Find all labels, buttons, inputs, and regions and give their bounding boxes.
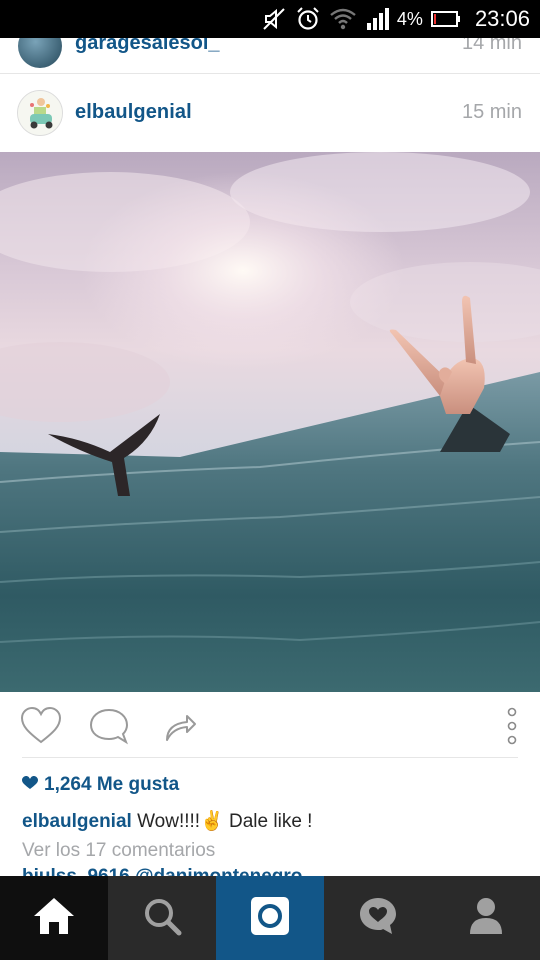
- caption: elbaulgenial Wow!!!!✌️ Dale like !: [22, 809, 312, 833]
- caption-text: Wow!!!!✌️ Dale like !: [137, 811, 313, 832]
- likes-label: 1,264 Me gusta: [44, 774, 180, 795]
- divider: [22, 757, 518, 758]
- post-photo[interactable]: [0, 152, 540, 692]
- likes-count[interactable]: 1,264 Me gusta: [22, 774, 179, 796]
- post-time: 15 min: [461, 101, 522, 123]
- heart-icon[interactable]: [19, 704, 63, 748]
- bottom-nav: [0, 876, 540, 960]
- battery-icon: [430, 10, 461, 28]
- instagram-feed-screen: 4% 23:06 garagesalesol_ 14 min elbaulgen…: [0, 0, 540, 960]
- nav-profile[interactable]: [432, 876, 540, 960]
- post-header: elbaulgenial 15 min: [0, 74, 540, 152]
- clock: 23:06: [474, 6, 530, 31]
- previous-post-time: 14 min: [461, 38, 522, 54]
- avatar[interactable]: [17, 90, 63, 136]
- mute-icon: [261, 6, 287, 32]
- home-icon: [32, 896, 76, 941]
- status-bar: 4% 23:06: [0, 0, 540, 38]
- more-vertical-icon[interactable]: [490, 704, 534, 748]
- post-actions: [0, 692, 540, 758]
- nav-activity[interactable]: [324, 876, 432, 960]
- comment-icon[interactable]: [87, 704, 131, 748]
- wifi-icon: [329, 6, 357, 32]
- heart-filled-icon: [22, 774, 38, 796]
- camera-icon: [250, 896, 290, 941]
- avatar[interactable]: [18, 38, 62, 68]
- alarm-icon: [295, 6, 321, 32]
- nav-camera[interactable]: [216, 876, 324, 960]
- battery-percent: 4%: [396, 8, 423, 29]
- view-comments-link[interactable]: Ver los 17 comentarios: [22, 840, 215, 862]
- previous-post-username[interactable]: garagesalesol_: [75, 38, 220, 55]
- caption-username[interactable]: elbaulgenial: [22, 811, 132, 832]
- share-icon[interactable]: [157, 704, 201, 748]
- activity-heart-icon: [358, 896, 398, 941]
- post-username[interactable]: elbaulgenial: [75, 101, 192, 124]
- signal-icon: [365, 6, 391, 32]
- nav-search[interactable]: [108, 876, 216, 960]
- profile-icon: [468, 896, 504, 941]
- previous-post-header[interactable]: garagesalesol_ 14 min: [0, 38, 540, 74]
- nav-home[interactable]: [0, 876, 108, 960]
- search-icon: [142, 896, 182, 941]
